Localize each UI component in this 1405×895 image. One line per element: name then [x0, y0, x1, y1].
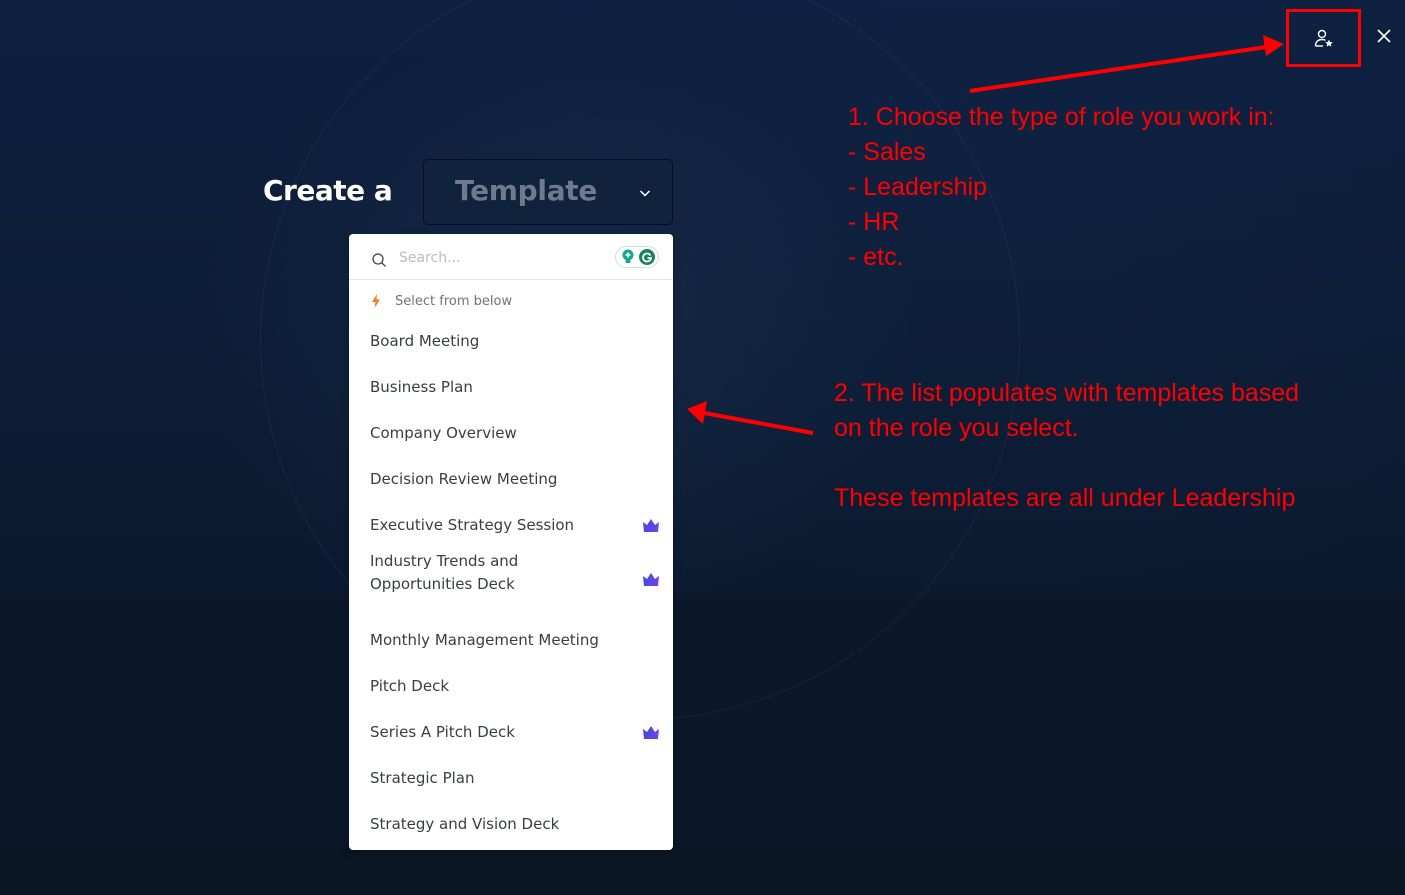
- search-row: [349, 234, 673, 280]
- template-item-monthly-management-meeting[interactable]: Monthly Management Meeting: [349, 617, 673, 663]
- annotation-line: 1. Choose the type of role you work in:: [848, 103, 1275, 131]
- template-item-label: Industry Trends and Opportunities Deck: [370, 552, 519, 593]
- template-item-pitch-deck[interactable]: Pitch Deck: [349, 663, 673, 709]
- grammarly-extension-icon[interactable]: [638, 249, 655, 265]
- type-select[interactable]: Template: [423, 159, 673, 225]
- chevron-down-icon: [639, 190, 651, 197]
- user-star-icon: [1314, 29, 1333, 47]
- choose-role-button[interactable]: [1289, 11, 1359, 66]
- annotation-line: - etc.: [848, 243, 904, 271]
- template-item-board-meeting[interactable]: Board Meeting: [349, 318, 673, 364]
- type-select-value: Template: [455, 174, 598, 207]
- template-item-strategy-and-vision-deck[interactable]: Strategy and Vision Deck: [349, 801, 673, 847]
- annotation-line: - Leadership: [848, 173, 987, 201]
- annotation-step-2: 2. The list populates with templates bas…: [834, 376, 1299, 446]
- template-item-decision-review-meeting[interactable]: Decision Review Meeting: [349, 456, 673, 502]
- annotation-line: - HR: [848, 208, 900, 236]
- template-item-label: Board Meeting: [370, 331, 480, 350]
- template-dropdown: Select from below Board Meeting Business…: [349, 234, 673, 850]
- annotation-leadership-note: These templates are all under Leadership: [834, 484, 1296, 512]
- select-hint: Select from below: [371, 292, 512, 310]
- template-item-executive-strategy-session[interactable]: Executive Strategy Session: [349, 502, 673, 548]
- template-item-label: Business Plan: [370, 377, 473, 396]
- annotation-line: 2. The list populates with templates bas…: [834, 379, 1300, 407]
- template-item-label: Strategic Plan: [370, 768, 475, 787]
- search-input[interactable]: [399, 246, 599, 270]
- template-item-label: Series A Pitch Deck: [370, 722, 515, 741]
- template-item-label: Executive Strategy Session: [370, 515, 575, 534]
- select-hint-text: Select from below: [395, 293, 513, 309]
- background-bottom: [0, 844, 1405, 895]
- create-label: Create a: [263, 174, 393, 207]
- lightning-icon: [372, 294, 380, 308]
- template-item-strategic-plan[interactable]: Strategic Plan: [349, 755, 673, 801]
- template-item-label: Strategy and Vision Deck: [370, 814, 560, 833]
- lightbulb-extension-icon[interactable]: [620, 249, 636, 265]
- close-button[interactable]: [1372, 24, 1396, 48]
- template-item-business-plan[interactable]: Business Plan: [349, 364, 673, 410]
- template-item-label: Company Overview: [370, 423, 517, 442]
- template-item-label: Monthly Management Meeting: [370, 630, 599, 649]
- template-item-industry-trends[interactable]: Industry Trends and Opportunities Deck: [349, 548, 673, 617]
- search-icon: [372, 253, 386, 267]
- template-item-label: Pitch Deck: [370, 676, 449, 695]
- crown-icon: [643, 725, 659, 739]
- annotation-line: - Sales: [848, 138, 926, 166]
- template-item-company-overview[interactable]: Company Overview: [349, 410, 673, 456]
- template-item-label: Decision Review Meeting: [370, 469, 558, 488]
- extension-pill[interactable]: [615, 246, 659, 268]
- annotation-line: on the role you select.: [834, 414, 1079, 442]
- template-item-series-a-pitch-deck[interactable]: Series A Pitch Deck: [349, 709, 673, 755]
- crown-icon: [643, 573, 659, 586]
- annotation-step-1: 1. Choose the type of role you work in: …: [848, 100, 1275, 275]
- crown-icon: [643, 518, 659, 532]
- close-icon: [1377, 29, 1391, 43]
- template-list: Board Meeting Business Plan Company Over…: [349, 318, 673, 847]
